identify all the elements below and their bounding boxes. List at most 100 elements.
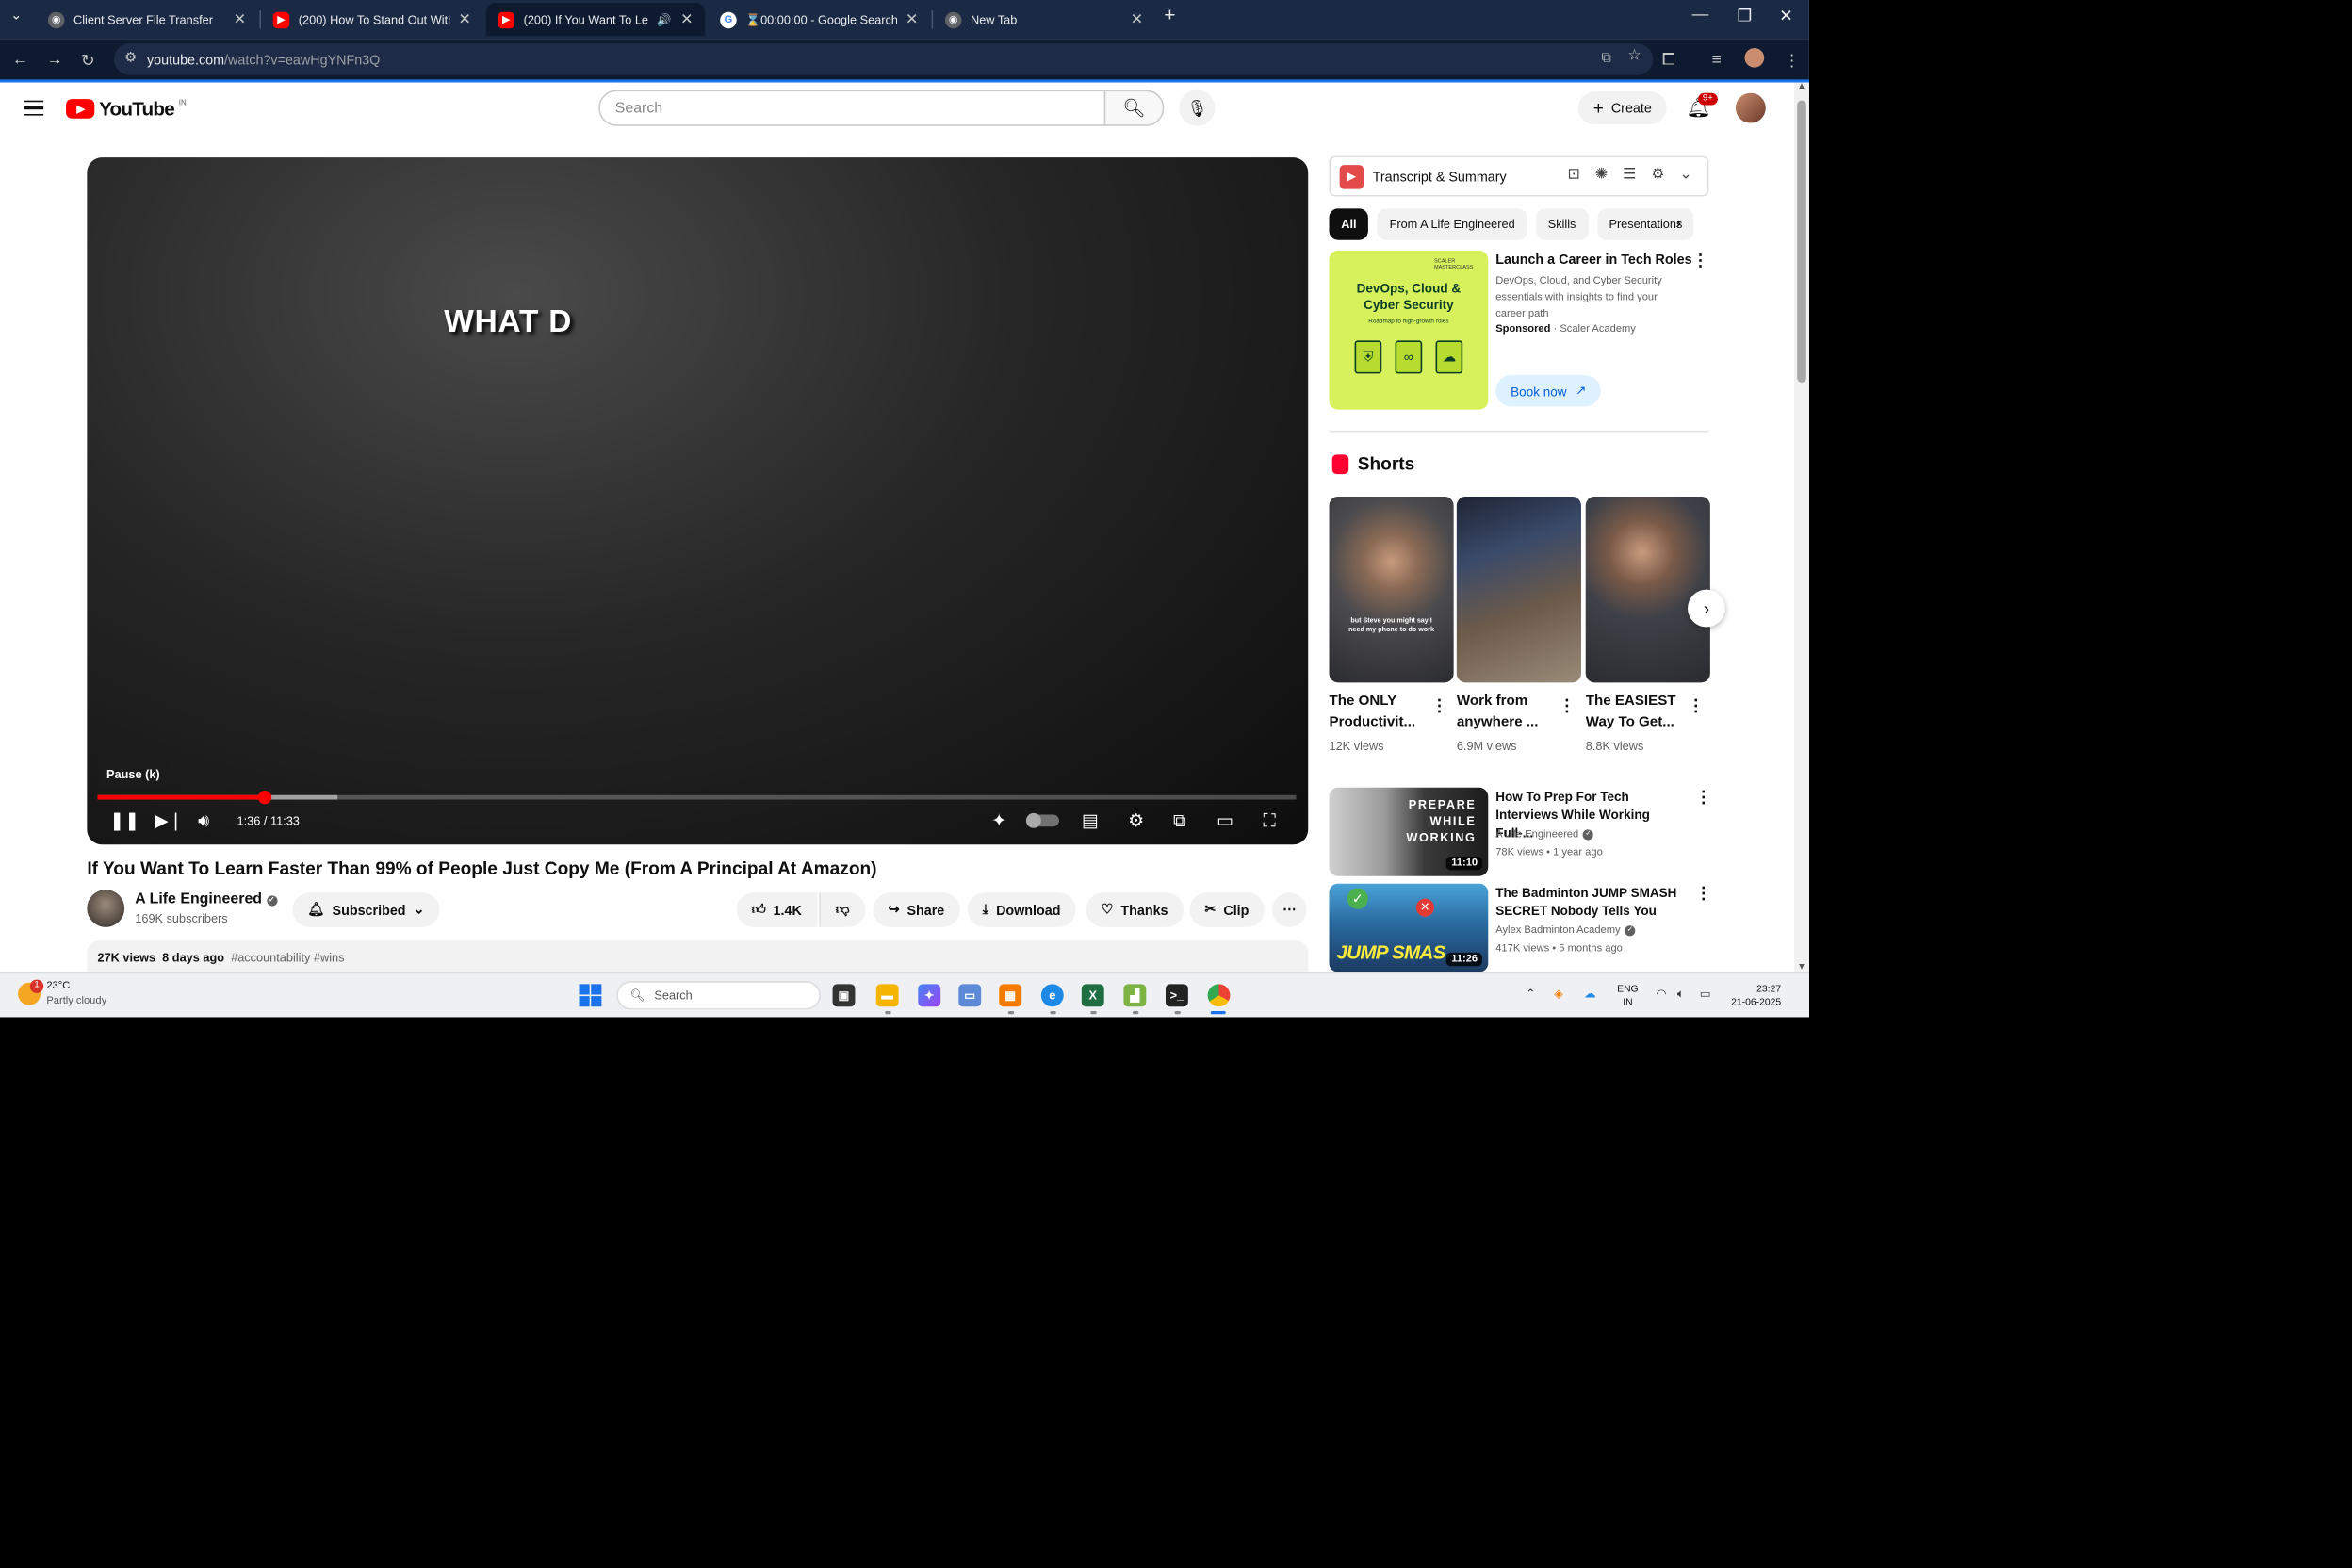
scroll-up-icon[interactable]: ▲ — [1797, 83, 1805, 92]
dislike-button[interactable]: 👎︎ — [819, 892, 866, 927]
tab-youtube-standout[interactable]: ▶ (200) How To Stand Out Without ✕ — [261, 3, 483, 36]
miniplayer-icon[interactable]: ⧉ — [1173, 808, 1186, 832]
volume-icon[interactable]: 🔈︎ — [1677, 988, 1685, 1003]
search-button[interactable]: 🔍︎ — [1103, 90, 1165, 126]
openai-icon[interactable]: ✺ — [1595, 167, 1608, 184]
back-icon[interactable]: ← — [12, 51, 29, 69]
ai-sparkle-icon[interactable]: ✦ — [991, 808, 1006, 832]
close-icon[interactable]: ✕ — [906, 11, 918, 28]
short-item[interactable]: but Steve you might say I need my phone … — [1329, 496, 1454, 753]
start-button[interactable] — [579, 984, 602, 1007]
volume-icon[interactable]: 🔊︎ — [198, 808, 209, 832]
onedrive-icon[interactable]: ☁ — [1584, 988, 1596, 1001]
profile-avatar-icon[interactable] — [1744, 47, 1765, 68]
restore-icon[interactable]: ❐ — [1738, 6, 1753, 25]
chrome-menu-icon[interactable]: ⋮ — [1784, 51, 1801, 71]
download-button[interactable]: ⤓ Download — [967, 892, 1076, 927]
more-vertical-icon[interactable]: ⋮ — [1559, 696, 1576, 715]
page-scrollbar[interactable]: ▲ ▼ — [1794, 82, 1809, 972]
media-control-icon[interactable]: ≡ — [1711, 51, 1721, 69]
clip-button[interactable]: ✂ Clip — [1189, 892, 1265, 927]
tab-google-search[interactable]: G ⌛00:00:00 - Google Search ✕ — [708, 3, 930, 36]
more-vertical-icon[interactable]: ⋮ — [1695, 788, 1712, 807]
forward-icon[interactable]: → — [46, 51, 63, 69]
weather-condition[interactable]: Partly cloudy — [46, 996, 106, 1006]
subtitles-icon[interactable]: ▤ — [1082, 808, 1099, 832]
more-actions-button[interactable]: ⋯ — [1272, 892, 1307, 927]
hashtags[interactable]: #accountability #wins — [231, 951, 344, 964]
channel-name[interactable]: A Life Engineered — [135, 891, 262, 908]
recommendation-item[interactable]: PREPARE WHILE WORKING 11:10 How To Prep … — [1329, 787, 1712, 878]
menu-icon[interactable] — [24, 100, 44, 116]
chevron-down-icon[interactable]: ⌄ — [1679, 167, 1691, 184]
more-vertical-icon[interactable]: ⋮ — [1431, 696, 1448, 715]
robot-icon[interactable]: ⊡ — [1567, 167, 1579, 184]
chip-from-channel[interactable]: From A Life Engineered — [1377, 208, 1527, 240]
extensions-icon[interactable]: ⧠ — [1662, 51, 1675, 71]
terminal-icon[interactable]: >_ — [1165, 984, 1188, 1007]
file-explorer-icon[interactable]: ▬ — [875, 984, 899, 1007]
chip-all[interactable]: All — [1329, 208, 1369, 240]
install-icon[interactable]: ⧉ — [1602, 50, 1611, 67]
theater-mode-icon[interactable]: ▭ — [1217, 808, 1233, 832]
battery-icon[interactable]: ▭ — [1700, 988, 1711, 1001]
book-now-button[interactable]: Book now ↗ — [1495, 375, 1602, 407]
ad-title[interactable]: Launch a Career in Tech Roles — [1495, 252, 1691, 267]
speaker-icon[interactable]: 🔊 — [657, 13, 672, 26]
language-indicator[interactable]: ENG IN — [1617, 983, 1638, 1010]
more-vertical-icon[interactable]: ⋮ — [1692, 251, 1709, 270]
excel-icon[interactable]: X — [1081, 984, 1104, 1007]
system-clock[interactable]: 23:27 21-06-2025 — [1731, 983, 1781, 1010]
more-vertical-icon[interactable]: ⋮ — [1695, 884, 1712, 903]
taskbar-search[interactable]: 🔍︎ Search — [616, 981, 821, 1010]
create-button[interactable]: + Create — [1577, 91, 1667, 125]
tab-client-server[interactable]: ◉ Client Server File Transfer ✕ — [36, 3, 258, 36]
close-window-icon[interactable]: ✕ — [1779, 6, 1793, 25]
tab-search-icon[interactable]: ⌄ — [10, 8, 22, 24]
weather-temperature[interactable]: 23°C — [46, 981, 70, 991]
share-button[interactable]: ↪ Share — [873, 892, 960, 927]
short-item[interactable]: The EASIEST Way To Get... 8.8K views ⋮ — [1585, 496, 1710, 753]
address-bar[interactable]: ⚙ youtube.com/watch?v=eawHgYNFn3Q ⧉ ☆ — [113, 43, 1654, 75]
scrollbar-thumb[interactable] — [1797, 100, 1806, 383]
autoplay-toggle[interactable] — [1025, 808, 1059, 832]
bookmark-star-icon[interactable]: ☆ — [1627, 48, 1641, 65]
account-avatar[interactable] — [1735, 92, 1766, 123]
thanks-button[interactable]: ♡ Thanks — [1086, 892, 1184, 927]
close-icon[interactable]: ✕ — [1131, 11, 1143, 28]
chip-skills[interactable]: Skills — [1535, 208, 1589, 240]
progress-bar[interactable] — [97, 790, 1297, 805]
tab-new-tab[interactable]: ◉ New Tab ✕ — [933, 3, 1155, 36]
reload-icon[interactable]: ↻ — [81, 51, 95, 71]
settings-icon[interactable]: ⚙ — [1651, 167, 1664, 184]
edge-icon[interactable]: e — [1040, 984, 1064, 1007]
chrome-taskbar-icon[interactable] — [1207, 984, 1231, 1007]
short-item[interactable]: Work from anywhere ... 6.9M views ⋮ — [1456, 496, 1581, 753]
chevron-right-icon[interactable]: › — [1675, 215, 1681, 233]
wifi-icon[interactable]: ◠ — [1657, 988, 1667, 1001]
office-app-icon[interactable]: ▦ — [999, 984, 1022, 1007]
window-app-icon[interactable]: ▭ — [958, 984, 982, 1007]
scroll-down-icon[interactable]: ▼ — [1797, 963, 1805, 972]
channel-avatar[interactable] — [87, 890, 125, 927]
task-view-icon[interactable]: ▣ — [832, 984, 856, 1007]
transcript-extension-bar[interactable]: ▶ Transcript & Summary ⊡ ✺ ☰ ⚙ ⌄ — [1329, 155, 1709, 197]
close-icon[interactable]: ✕ — [459, 11, 471, 28]
close-icon[interactable]: ✕ — [680, 11, 693, 28]
settings-gear-icon[interactable]: ⚙ — [1128, 808, 1144, 832]
recommendation-item[interactable]: ✓ ✕ JUMP SMAS 11:26 The Badminton JUMP S… — [1329, 883, 1712, 974]
new-tab-icon[interactable]: + — [1164, 3, 1175, 25]
copilot-icon[interactable]: ✦ — [918, 984, 941, 1007]
tab-youtube-learn-faster[interactable]: ▶ (200) If You Want To Learn Faster 🔊 ✕ — [485, 3, 706, 37]
ad-thumbnail[interactable]: SCALER MASTERCLASS DevOps, Cloud & Cyber… — [1329, 250, 1489, 410]
search-input[interactable]: Search — [598, 90, 1106, 126]
youtube-logo[interactable]: YouTube IN — [66, 97, 187, 120]
fullscreen-icon[interactable]: ⛶ — [1263, 808, 1275, 832]
subscribed-button[interactable]: 🔔︎ Subscribed ⌄ — [292, 892, 440, 927]
pause-icon[interactable]: ❚❚ — [109, 808, 139, 832]
chart-app-icon[interactable]: ▟ — [1123, 984, 1147, 1007]
close-icon[interactable]: ✕ — [234, 11, 246, 28]
tray-overflow-icon[interactable]: ⌃ — [1526, 988, 1536, 1001]
video-player[interactable]: WHAT D Pause (k) ❚❚ ▶❘ 🔊︎ 1:36 / 11:33 ✦… — [87, 157, 1309, 845]
next-icon[interactable]: ▶❘ — [155, 808, 184, 832]
